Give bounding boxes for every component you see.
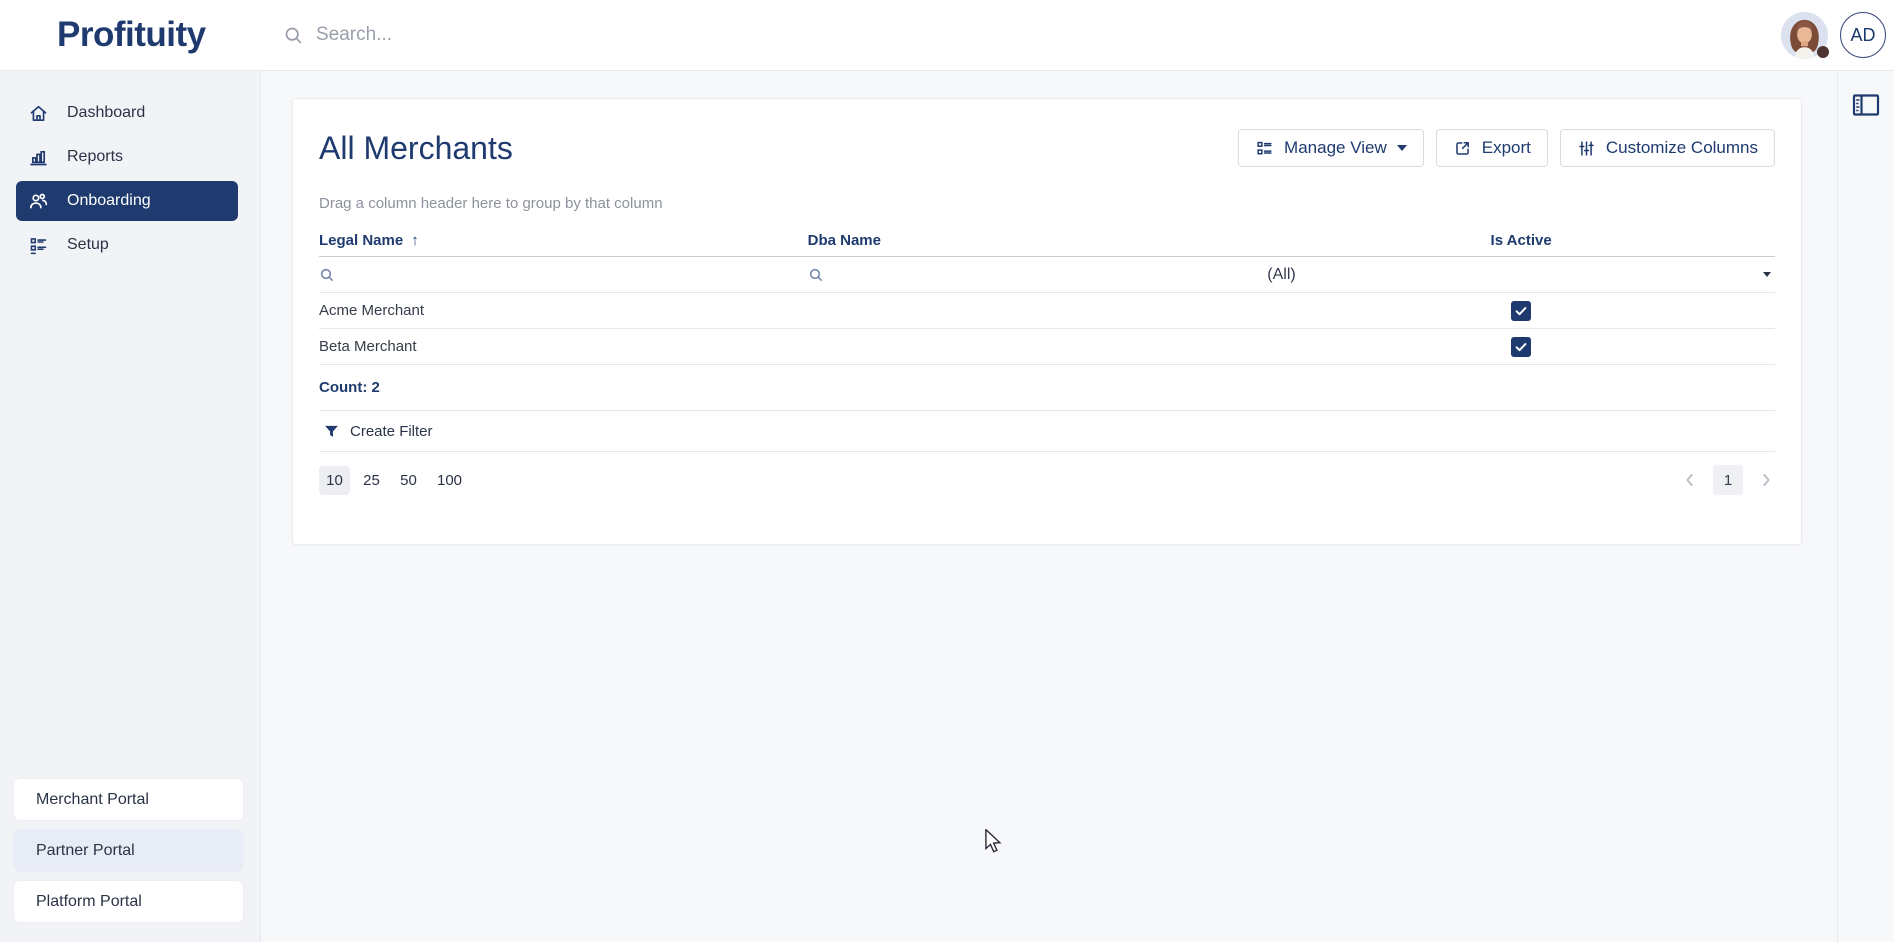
header-avatars: AD — [1781, 11, 1894, 59]
table-row[interactable]: Beta Merchant — [319, 329, 1775, 365]
legal-name-cell: Acme Merchant — [319, 302, 425, 319]
dba-name-filter-input[interactable] — [808, 267, 1268, 283]
search-icon — [283, 25, 304, 46]
list-icon — [28, 235, 49, 256]
sidebar-item-dashboard[interactable]: Dashboard — [16, 93, 238, 133]
account-avatar[interactable]: AD — [1840, 12, 1886, 58]
is-active-checkbox[interactable] — [1511, 300, 1532, 321]
customize-columns-button[interactable]: Customize Columns — [1559, 129, 1775, 167]
status-dot — [1817, 45, 1829, 58]
right-rail — [1837, 71, 1894, 942]
is-active-filter-value: (All) — [1267, 265, 1296, 283]
is-active-checkbox[interactable] — [1511, 336, 1532, 357]
page-title: All Merchants — [319, 129, 513, 166]
create-filter-label: Create Filter — [350, 422, 433, 440]
app-logo: Profituity — [57, 15, 206, 54]
sidebar-item-label: Reports — [67, 148, 124, 165]
current-page-button[interactable]: 1 — [1713, 465, 1743, 495]
sidebar-item-onboarding[interactable]: Onboarding — [16, 181, 238, 221]
grid-header-row: Legal Name ↑ Dba Name Is Active — [319, 225, 1775, 257]
user-avatar[interactable] — [1781, 11, 1829, 59]
create-filter-button[interactable]: Create Filter — [319, 411, 1775, 452]
page-size-25[interactable]: 25 — [356, 466, 387, 495]
search-icon — [809, 268, 822, 281]
portal-links: Merchant Portal Partner Portal Platform … — [0, 779, 260, 942]
merchant-portal-button[interactable]: Merchant Portal — [14, 779, 243, 820]
chevron-right-icon[interactable] — [1757, 471, 1775, 489]
platform-portal-button[interactable]: Platform Portal — [14, 881, 243, 922]
group-panel-hint[interactable]: Drag a column header here to group by th… — [319, 195, 1775, 212]
sidebar-nav: Dashboard Reports Onboarding Setup — [0, 71, 260, 265]
sidebar-item-reports[interactable]: Reports — [16, 137, 238, 177]
search-input[interactable] — [316, 24, 816, 46]
bar-chart-icon — [28, 147, 49, 168]
column-header-is-active[interactable]: Is Active — [1491, 232, 1552, 249]
search-icon — [320, 268, 334, 281]
chevron-left-icon[interactable] — [1681, 471, 1699, 489]
main-content: All Merchants Manage View Export Customi… — [261, 71, 1837, 942]
sidebar-item-label: Onboarding — [67, 192, 151, 209]
page-size-10[interactable]: 10 — [319, 465, 350, 495]
table-row[interactable]: Acme Merchant — [319, 293, 1775, 329]
sidebar-item-label: Dashboard — [67, 104, 146, 121]
customize-columns-label: Customize Columns — [1605, 138, 1758, 157]
grid-summary-row: Count: 2 — [319, 365, 1775, 411]
manage-view-icon — [1255, 139, 1274, 158]
chevron-down-icon — [1762, 272, 1771, 277]
users-icon — [28, 191, 49, 212]
column-header-legal-name[interactable]: Legal Name ↑ — [319, 232, 808, 249]
chevron-down-icon — [1396, 145, 1407, 151]
merchants-card: All Merchants Manage View Export Customi… — [292, 98, 1802, 545]
legal-name-cell: Beta Merchant — [319, 338, 417, 355]
filter-icon — [325, 425, 338, 437]
column-header-dba-name[interactable]: Dba Name — [808, 232, 1268, 249]
export-button[interactable]: Export — [1435, 129, 1548, 167]
sidebar: Dashboard Reports Onboarding Setup Merch… — [0, 71, 261, 942]
grid-filter-row: (All) — [319, 257, 1775, 293]
partner-portal-button[interactable]: Partner Portal — [14, 830, 243, 871]
sort-ascending-icon: ↑ — [411, 232, 419, 249]
page-size-100[interactable]: 100 — [430, 466, 469, 495]
top-header: Profituity AD — [0, 0, 1894, 71]
sidebar-item-setup[interactable]: Setup — [16, 225, 238, 265]
global-search — [283, 24, 1781, 46]
toolbar: Manage View Export Customize Columns — [1238, 129, 1775, 167]
sliders-icon — [1577, 139, 1596, 158]
home-icon — [28, 103, 49, 124]
page-size-50[interactable]: 50 — [393, 466, 424, 495]
row-count: Count: 2 — [319, 379, 380, 396]
export-label: Export — [1481, 138, 1531, 157]
sidebar-item-label: Setup — [67, 236, 109, 253]
manage-view-label: Manage View — [1284, 138, 1387, 157]
manage-view-button[interactable]: Manage View — [1238, 129, 1424, 167]
export-icon — [1453, 139, 1472, 158]
page-navigation: 1 — [1681, 465, 1775, 495]
panel-toggle-icon[interactable] — [1852, 93, 1880, 942]
legal-name-filter-input[interactable] — [319, 267, 808, 283]
merchants-grid: Legal Name ↑ Dba Name Is Active (All) Ac… — [319, 225, 1775, 495]
pager: 10 25 50 100 1 — [319, 452, 1775, 495]
page-size-selector: 10 25 50 100 — [319, 465, 469, 495]
is-active-filter-select[interactable]: (All) — [1267, 266, 1775, 284]
